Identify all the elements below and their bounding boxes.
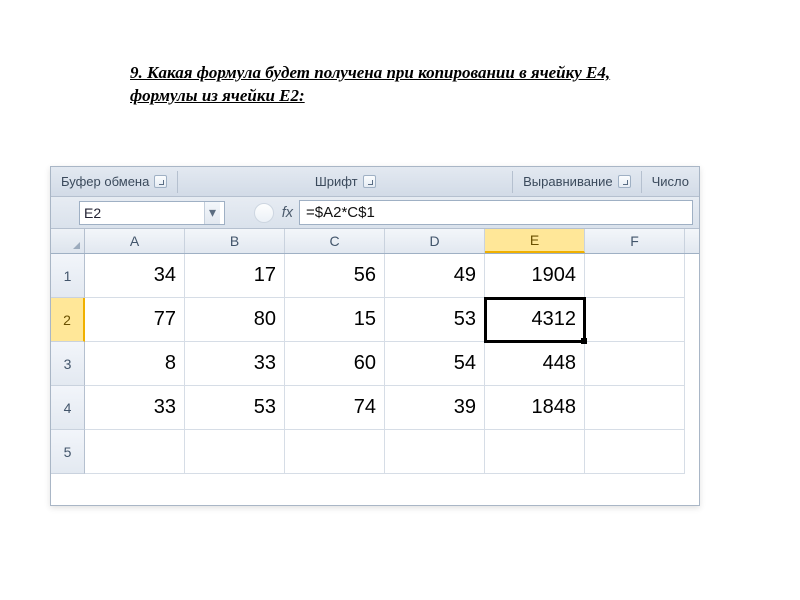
row-header[interactable]: 4 [51, 386, 85, 430]
cell[interactable] [285, 430, 385, 474]
ribbon-separator [512, 171, 513, 193]
cell[interactable]: 39 [385, 386, 485, 430]
question-text: 9. Какая формула будет получена при копи… [130, 62, 670, 108]
table-row: 38336054448 [51, 342, 699, 386]
cell[interactable]: 17 [185, 254, 285, 298]
dialog-launcher-icon[interactable] [154, 175, 167, 188]
circle-icon[interactable] [254, 203, 274, 223]
column-headers: ABCDEF [51, 229, 699, 254]
cell[interactable]: 60 [285, 342, 385, 386]
column-header[interactable]: B [185, 229, 285, 253]
cell[interactable]: 448 [485, 342, 585, 386]
name-box-container: E2 ▾ [51, 197, 229, 228]
fx-icon[interactable]: fx [278, 205, 297, 221]
column-header[interactable]: F [585, 229, 685, 253]
formula-input[interactable]: =$A2*C$1 [299, 200, 693, 225]
column-header[interactable]: A [85, 229, 185, 253]
cell[interactable] [385, 430, 485, 474]
name-box-value: E2 [84, 205, 101, 221]
grid-rows: 1341756491904277801553431238336054448433… [51, 254, 699, 505]
column-header[interactable]: D [385, 229, 485, 253]
table-row: 1341756491904 [51, 254, 699, 298]
ribbon-label-clipboard: Буфер обмена [61, 174, 149, 189]
cell[interactable]: 34 [85, 254, 185, 298]
cell[interactable]: 77 [85, 298, 185, 342]
cell[interactable]: 56 [285, 254, 385, 298]
table-row: 2778015534312 [51, 298, 699, 342]
cell[interactable] [585, 342, 685, 386]
cell[interactable]: 80 [185, 298, 285, 342]
ribbon-group-font: Шрифт [182, 174, 508, 189]
cell[interactable]: 1848 [485, 386, 585, 430]
cell[interactable] [585, 254, 685, 298]
ribbon-label-number: Число [652, 174, 689, 189]
ribbon-group-align: Выравнивание [517, 174, 636, 189]
cell[interactable]: 53 [185, 386, 285, 430]
column-header[interactable]: C [285, 229, 385, 253]
cell[interactable] [185, 430, 285, 474]
formula-bar: E2 ▾ fx =$A2*C$1 [51, 197, 699, 229]
cell[interactable]: 4312 [485, 298, 585, 342]
cell[interactable] [85, 430, 185, 474]
ribbon-label-align: Выравнивание [523, 174, 612, 189]
cell[interactable]: 1904 [485, 254, 585, 298]
cell[interactable] [485, 430, 585, 474]
row-header[interactable]: 2 [51, 298, 85, 342]
formula-text: =$A2*C$1 [306, 204, 375, 221]
cell[interactable] [585, 430, 685, 474]
formula-bar-buttons: fx [229, 197, 299, 228]
ribbon-group-number: Число [646, 174, 695, 189]
cell[interactable] [585, 298, 685, 342]
cell[interactable] [585, 386, 685, 430]
cell[interactable]: 49 [385, 254, 485, 298]
cell[interactable]: 15 [285, 298, 385, 342]
row-header[interactable]: 5 [51, 430, 85, 474]
cell[interactable]: 33 [185, 342, 285, 386]
cell[interactable]: 8 [85, 342, 185, 386]
table-row: 5 [51, 430, 699, 474]
ribbon-group-clipboard: Буфер обмена [55, 174, 173, 189]
name-box[interactable]: E2 ▾ [79, 201, 225, 225]
ribbon: Буфер обмена Шрифт Выравнивание Число [51, 167, 699, 197]
select-all-corner[interactable] [51, 229, 85, 253]
ribbon-separator [641, 171, 642, 193]
dialog-launcher-icon[interactable] [363, 175, 376, 188]
row-header[interactable]: 1 [51, 254, 85, 298]
ribbon-label-font: Шрифт [315, 174, 358, 189]
row-header[interactable]: 3 [51, 342, 85, 386]
cell[interactable]: 33 [85, 386, 185, 430]
ribbon-separator [177, 171, 178, 193]
cell[interactable]: 53 [385, 298, 485, 342]
cell[interactable]: 74 [285, 386, 385, 430]
spreadsheet-grid: ABCDEF 134175649190427780155343123833605… [51, 229, 699, 505]
table-row: 4335374391848 [51, 386, 699, 430]
excel-window: Буфер обмена Шрифт Выравнивание Число E2… [50, 166, 700, 506]
dialog-launcher-icon[interactable] [618, 175, 631, 188]
column-header[interactable]: E [485, 229, 585, 253]
cell[interactable]: 54 [385, 342, 485, 386]
chevron-down-icon[interactable]: ▾ [204, 202, 220, 224]
